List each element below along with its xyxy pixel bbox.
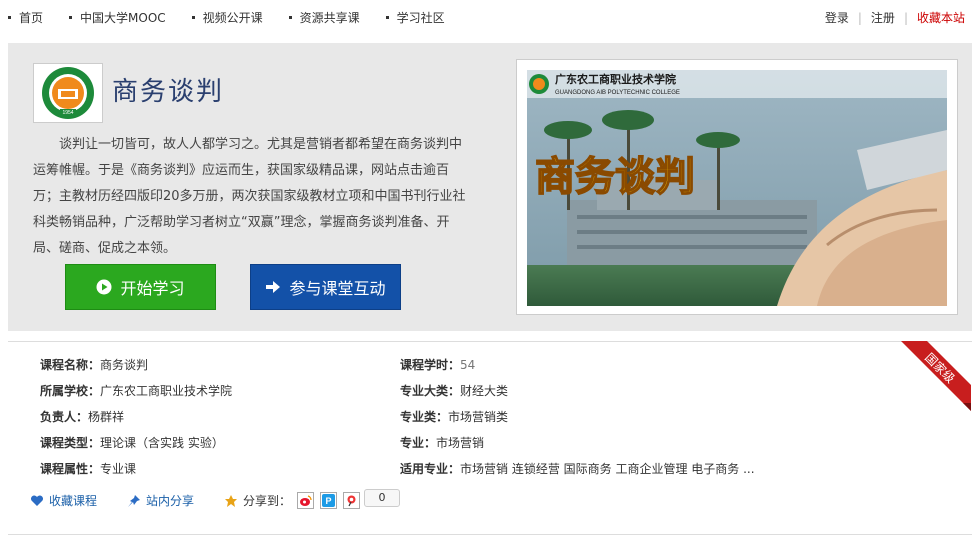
national-level-ribbon: 国家级 <box>901 341 971 411</box>
svg-text:P: P <box>326 496 332 506</box>
share-count: 0 <box>364 488 401 507</box>
divider <box>8 534 972 535</box>
course-banner: 广东农工商职业技术学院 GUANGDONG AIB POLYTECHNIC CO… <box>527 70 947 306</box>
qzone-share-icon[interactable]: P <box>320 492 338 509</box>
info-course-attribute: 课程属性：专业课 <box>40 462 137 476</box>
play-icon <box>96 279 112 295</box>
share-to-label: 分享到： <box>224 492 291 509</box>
bullet-icon <box>69 16 73 19</box>
info-school: 所属学校：广东农工商职业技术学院 <box>40 384 233 398</box>
course-hero: 1954 商务谈判 谈判让一切皆可，故人人都学习之。尤其是营销者都希望在商务谈判… <box>8 43 972 331</box>
separator: | <box>903 10 908 25</box>
bullet-icon <box>288 16 292 19</box>
bullet-icon <box>8 16 11 19</box>
course-banner-image: 广东农工商职业技术学院 GUANGDONG AIB POLYTECHNIC CO… <box>527 70 947 306</box>
banner-college-name-en: GUANGDONG AIB POLYTECHNIC COLLEGE <box>555 90 680 96</box>
bullet-icon <box>385 16 389 19</box>
banner-college-name-cn: 广东农工商职业技术学院 <box>555 72 676 86</box>
favorite-site-link[interactable]: 收藏本站 <box>917 9 965 26</box>
info-major: 专业：市场营销 <box>400 436 485 450</box>
nav-home[interactable]: 首页 <box>8 9 43 26</box>
college-logo-icon: 1954 <box>42 67 94 119</box>
user-links: 登录 | 注册 | 收藏本站 <box>825 9 965 26</box>
info-major-class: 专业类：市场营销类 <box>400 410 509 424</box>
nav-mooc[interactable]: 中国大学MOOC <box>69 9 166 26</box>
join-interaction-button[interactable]: 参与课堂互动 <box>250 264 401 310</box>
share-icon <box>225 494 238 507</box>
course-description: 谈判让一切皆可，故人人都学习之。尤其是营销者都希望在商务谈判中运筹帷幄。于是《商… <box>33 137 466 256</box>
nav-video-course[interactable]: 视频公开课 <box>191 9 263 26</box>
divider <box>8 341 972 342</box>
info-course-name: 课程名称：商务谈判 <box>40 358 149 372</box>
info-course-hours: 课程学时：54 <box>400 358 476 372</box>
info-major-category: 专业大类：财经大类 <box>400 384 509 398</box>
arrow-right-icon <box>265 279 281 295</box>
login-link[interactable]: 登录 <box>825 9 849 26</box>
info-course-type: 课程类型：理论课（含实践 实验） <box>40 436 224 450</box>
nav-community[interactable]: 学习社区 <box>385 9 445 26</box>
info-applicable-majors: 适用专业：市场营销 连锁经营 国际商务 工商企业管理 电子商务 ... <box>400 462 755 476</box>
bullet-icon <box>191 16 195 19</box>
separator: | <box>857 10 862 25</box>
info-owner: 负责人：杨群祥 <box>40 410 125 424</box>
banner-title: 商务谈判 <box>535 154 695 200</box>
svg-text:1954: 1954 <box>62 110 73 116</box>
top-bar: 首页 中国大学MOOC 视频公开课 资源共享课 学习社区 登录 | 注册 | 收… <box>0 0 979 34</box>
pin-icon <box>128 494 141 507</box>
favorite-course-button[interactable]: 收藏课程 <box>30 492 97 509</box>
start-learning-button[interactable]: 开始学习 <box>65 264 216 310</box>
weibo-share-icon[interactable] <box>297 492 315 509</box>
course-title: 商务谈判 <box>112 77 225 107</box>
tencent-weibo-share-icon[interactable] <box>343 492 361 509</box>
college-logo: 1954 <box>33 63 103 123</box>
top-nav: 首页 中国大学MOOC 视频公开课 资源共享课 学习社区 <box>8 9 471 26</box>
nav-resource-course[interactable]: 资源共享课 <box>288 9 360 26</box>
action-bar: 收藏课程 站内分享 分享到： P 0 <box>30 488 401 509</box>
site-share-button[interactable]: 站内分享 <box>127 492 194 509</box>
heart-icon <box>30 494 44 506</box>
course-banner-frame: 广东农工商职业技术学院 GUANGDONG AIB POLYTECHNIC CO… <box>516 59 958 315</box>
register-link[interactable]: 注册 <box>871 9 895 26</box>
